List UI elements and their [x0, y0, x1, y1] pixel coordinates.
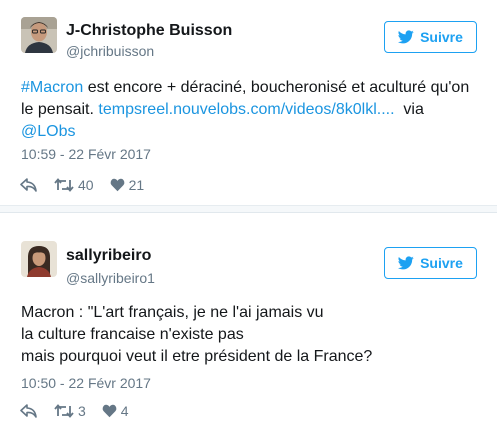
- reply-icon: [20, 404, 37, 418]
- tweet-text-line: Macron : "L'art français, je ne l'ai jam…: [21, 304, 324, 321]
- tweet-text-line: le pensait. tempsreel.nouvelobs.com/vide…: [21, 99, 483, 121]
- like-button[interactable]: 4: [102, 403, 129, 419]
- twitter-bird-icon: [398, 30, 414, 44]
- tweet-actions: 40 21: [20, 177, 144, 193]
- retweet-icon: [54, 404, 74, 418]
- follow-label: Suivre: [420, 255, 463, 271]
- retweet-button[interactable]: 3: [54, 403, 86, 419]
- tweet-text-line: la culture francaise n'existe pas: [21, 326, 244, 343]
- user-display-name[interactable]: sallyribeiro: [66, 247, 151, 265]
- user-handle[interactable]: @jchribuisson: [66, 43, 154, 59]
- user-display-name[interactable]: J-Christophe Buisson: [66, 22, 232, 40]
- follow-button[interactable]: Suivre: [384, 21, 477, 53]
- like-button[interactable]: 21: [110, 177, 145, 193]
- url-link[interactable]: tempsreel.nouvelobs.com/videos/8k0lkl...…: [98, 101, 394, 118]
- tweet-text-line: #Macron est encore + déraciné, boucheron…: [21, 77, 483, 99]
- user-handle[interactable]: @sallyribeiro1: [66, 270, 155, 286]
- tweet-text-segment: est encore + déraciné, boucheronisé et a…: [83, 79, 470, 96]
- tweet-actions: 3 4: [20, 403, 129, 419]
- mention-link[interactable]: @LObs: [21, 123, 75, 140]
- avatar[interactable]: [21, 17, 57, 53]
- tweet-text-segment: le pensait.: [21, 101, 99, 118]
- tweet-text-segment: via: [394, 101, 424, 118]
- follow-label: Suivre: [420, 29, 463, 45]
- retweet-count: 40: [78, 177, 94, 193]
- tweet-text: Macron : "L'art français, je ne l'ai jam…: [21, 302, 483, 368]
- follow-button[interactable]: Suivre: [384, 247, 477, 279]
- reply-icon: [20, 178, 37, 192]
- tweet: J-Christophe Buisson @jchribuisson Suivr…: [0, 0, 497, 206]
- heart-icon: [110, 178, 124, 192]
- avatar[interactable]: [21, 241, 57, 277]
- hashtag-link[interactable]: #Macron: [21, 79, 83, 96]
- twitter-bird-icon: [398, 256, 414, 270]
- like-count: 4: [120, 403, 129, 419]
- tweet-text: #Macron est encore + déraciné, boucheron…: [21, 77, 483, 143]
- retweet-icon: [54, 178, 74, 192]
- tweet-text-line: mais pourquoi veut il etre président de …: [21, 348, 373, 365]
- tweet-timestamp[interactable]: 10:59 - 22 Févr 2017: [21, 146, 151, 162]
- reply-button[interactable]: [20, 178, 54, 192]
- retweet-button[interactable]: 40: [54, 177, 94, 193]
- tweet: sallyribeiro @sallyribeiro1 Suivre Macro…: [0, 212, 497, 430]
- reply-button[interactable]: [20, 404, 54, 418]
- tweet-timestamp[interactable]: 10:50 - 22 Févr 2017: [21, 375, 151, 391]
- heart-icon: [102, 404, 117, 418]
- like-count: 21: [128, 177, 145, 193]
- retweet-count: 3: [78, 403, 86, 419]
- tweet-text-line: @LObs: [21, 121, 483, 143]
